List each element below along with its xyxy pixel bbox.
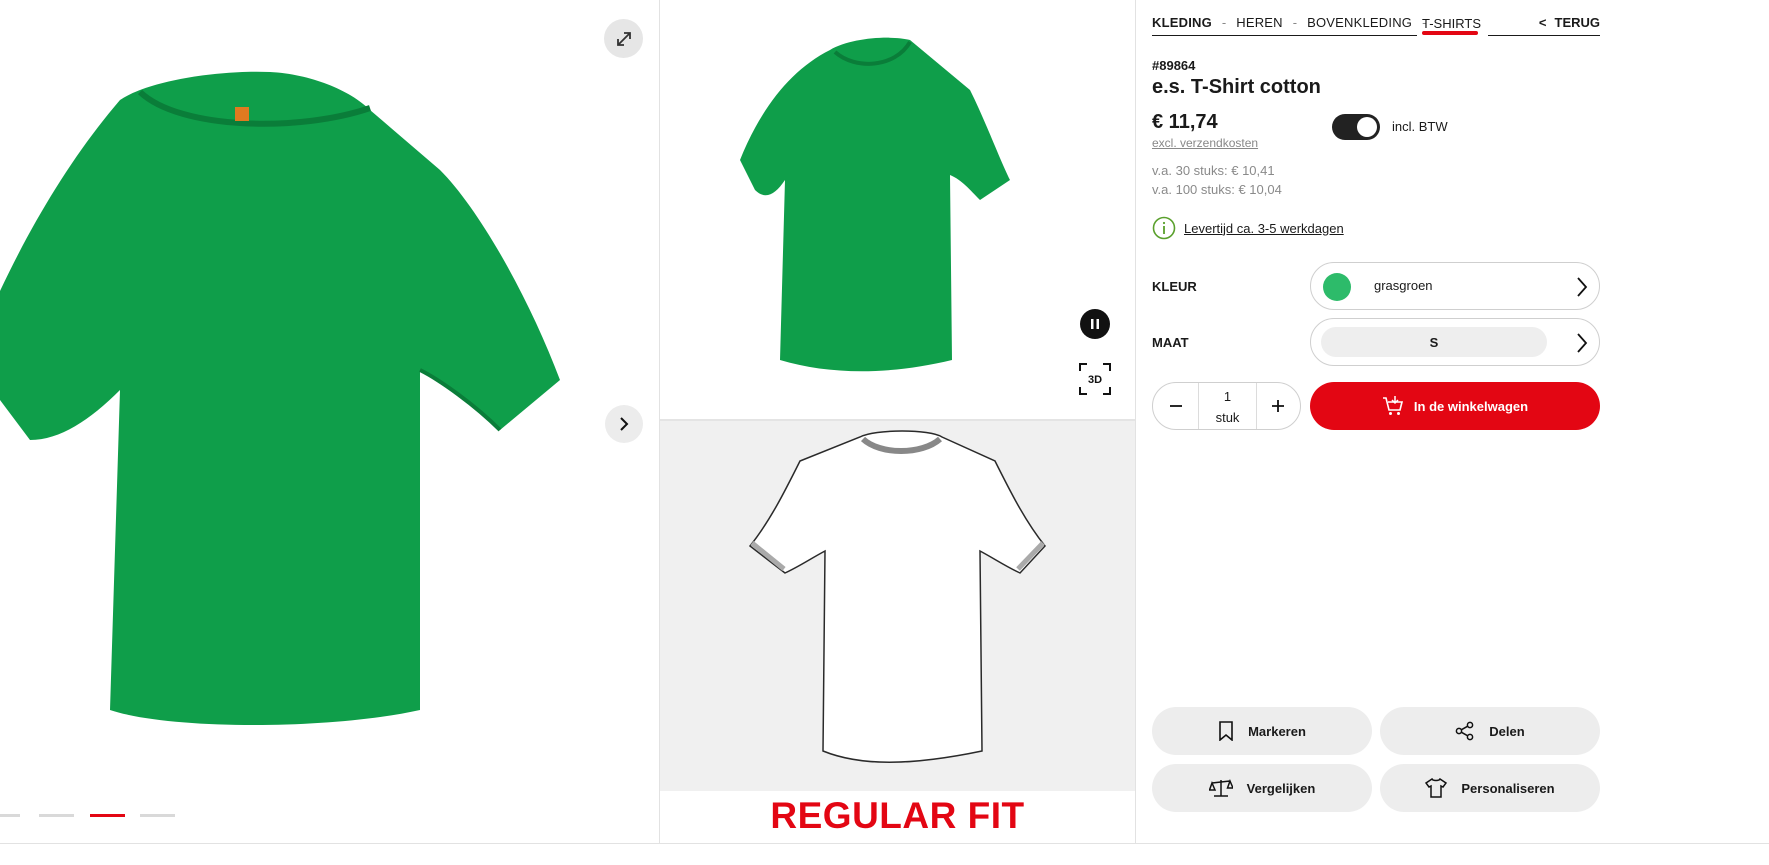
- breadcrumb-separator: -: [1292, 15, 1298, 30]
- vat-toggle[interactable]: [1332, 114, 1380, 140]
- svg-text:3D: 3D: [1088, 374, 1102, 386]
- back-label: TERUG: [1554, 15, 1601, 30]
- 3d-view-button[interactable]: 3D: [1078, 362, 1112, 396]
- compare-button[interactable]: Vergelijken: [1152, 764, 1372, 812]
- pause-button[interactable]: [1080, 309, 1110, 339]
- quantity-decrease-button[interactable]: [1153, 383, 1198, 429]
- add-to-cart-label: In de winkelwagen: [1413, 398, 1529, 414]
- shipping-link[interactable]: excl. verzendkosten: [1152, 136, 1258, 150]
- product-price: € 11,74: [1152, 111, 1218, 133]
- tier-price: v.a. 30 stuks: € 10,41: [1152, 163, 1275, 178]
- breadcrumb: KLEDING - HEREN - BOVENKLEDING -: [1152, 10, 1426, 36]
- quantity-unit: stuk: [1215, 410, 1240, 425]
- quantity-field[interactable]: 1 stuk: [1198, 383, 1257, 429]
- chevron-right-icon: [1577, 277, 1588, 297]
- gallery-dots: [0, 814, 200, 818]
- size-selector[interactable]: S: [1310, 318, 1600, 366]
- scale-icon: [1208, 778, 1233, 797]
- main-product-image[interactable]: [0, 0, 659, 843]
- breadcrumb-current-underline: [1422, 31, 1478, 35]
- color-swatch: [1323, 273, 1351, 301]
- fit-illustration[interactable]: [660, 421, 1135, 791]
- share-label: Delen: [1489, 723, 1525, 739]
- fit-label: REGULAR FIT: [770, 795, 1025, 836]
- chevron-right-icon: [620, 417, 629, 431]
- cart-icon: [1382, 396, 1403, 415]
- expand-icon: [616, 31, 631, 46]
- personalize-button[interactable]: Personaliseren: [1380, 764, 1600, 812]
- quantity-value: 1: [1223, 389, 1232, 404]
- tier-price: v.a. 100 stuks: € 10,04: [1152, 182, 1282, 197]
- chevron-right-icon: [1577, 333, 1588, 353]
- pause-icon: [1091, 319, 1099, 329]
- tshirt-icon: [1425, 778, 1448, 798]
- delivery-info: Levertijd ca. 3-5 werkdagen: [1152, 216, 1344, 240]
- toggle-knob: [1357, 117, 1377, 137]
- compare-label: Vergelijken: [1246, 780, 1316, 796]
- product-title: e.s. T-Shirt cotton: [1152, 76, 1321, 98]
- green-tshirt-image: [0, 71, 560, 725]
- gallery-dot[interactable]: [39, 814, 74, 817]
- quantity-increase-button[interactable]: [1255, 383, 1300, 429]
- share-icon: [1455, 721, 1474, 741]
- divider: [1135, 0, 1136, 843]
- gallery-dot-active[interactable]: [90, 814, 125, 817]
- color-value: grasgroen: [1374, 278, 1433, 293]
- share-button[interactable]: Delen: [1380, 707, 1600, 755]
- back-chevron: <: [1538, 15, 1547, 30]
- size-value: S: [1321, 327, 1547, 357]
- color-selector[interactable]: grasgroen: [1310, 262, 1600, 310]
- plus-icon: [1271, 400, 1284, 412]
- quantity-stepper: 1 stuk: [1152, 382, 1301, 430]
- vat-toggle-label: incl. BTW: [1392, 119, 1448, 134]
- thumbnail-3d-view[interactable]: [660, 0, 1135, 420]
- next-image-button[interactable]: [605, 405, 643, 443]
- divider: [0, 843, 1769, 844]
- white-tshirt-sketch: [748, 430, 1046, 763]
- back-link[interactable]: < TERUG: [1488, 10, 1600, 36]
- gallery-dot[interactable]: [0, 814, 20, 817]
- info-icon: [1152, 216, 1176, 240]
- delivery-link[interactable]: Levertijd ca. 3-5 werkdagen: [1184, 221, 1344, 236]
- 3d-view-icon: 3D: [1079, 363, 1111, 395]
- breadcrumb-item-kleding[interactable]: KLEDING: [1152, 15, 1212, 30]
- green-tshirt-thumbnail: [740, 37, 1010, 372]
- breadcrumb-separator: -: [1221, 15, 1227, 30]
- mark-button[interactable]: Markeren: [1152, 707, 1372, 755]
- size-label: MAAT: [1152, 335, 1189, 350]
- add-to-cart-button[interactable]: In de winkelwagen: [1310, 382, 1600, 430]
- breadcrumb-item-bovenkleding[interactable]: BOVENKLEDING: [1307, 15, 1412, 30]
- expand-button[interactable]: [604, 19, 643, 58]
- product-sku: #89864: [1152, 58, 1196, 73]
- mark-label: Markeren: [1248, 723, 1306, 739]
- breadcrumb-item-heren[interactable]: HEREN: [1236, 15, 1283, 30]
- bookmark-icon: [1219, 721, 1233, 741]
- personalize-label: Personaliseren: [1461, 780, 1555, 796]
- minus-icon: [1169, 405, 1182, 407]
- gallery-dot[interactable]: [140, 814, 175, 817]
- color-label: KLEUR: [1152, 279, 1197, 294]
